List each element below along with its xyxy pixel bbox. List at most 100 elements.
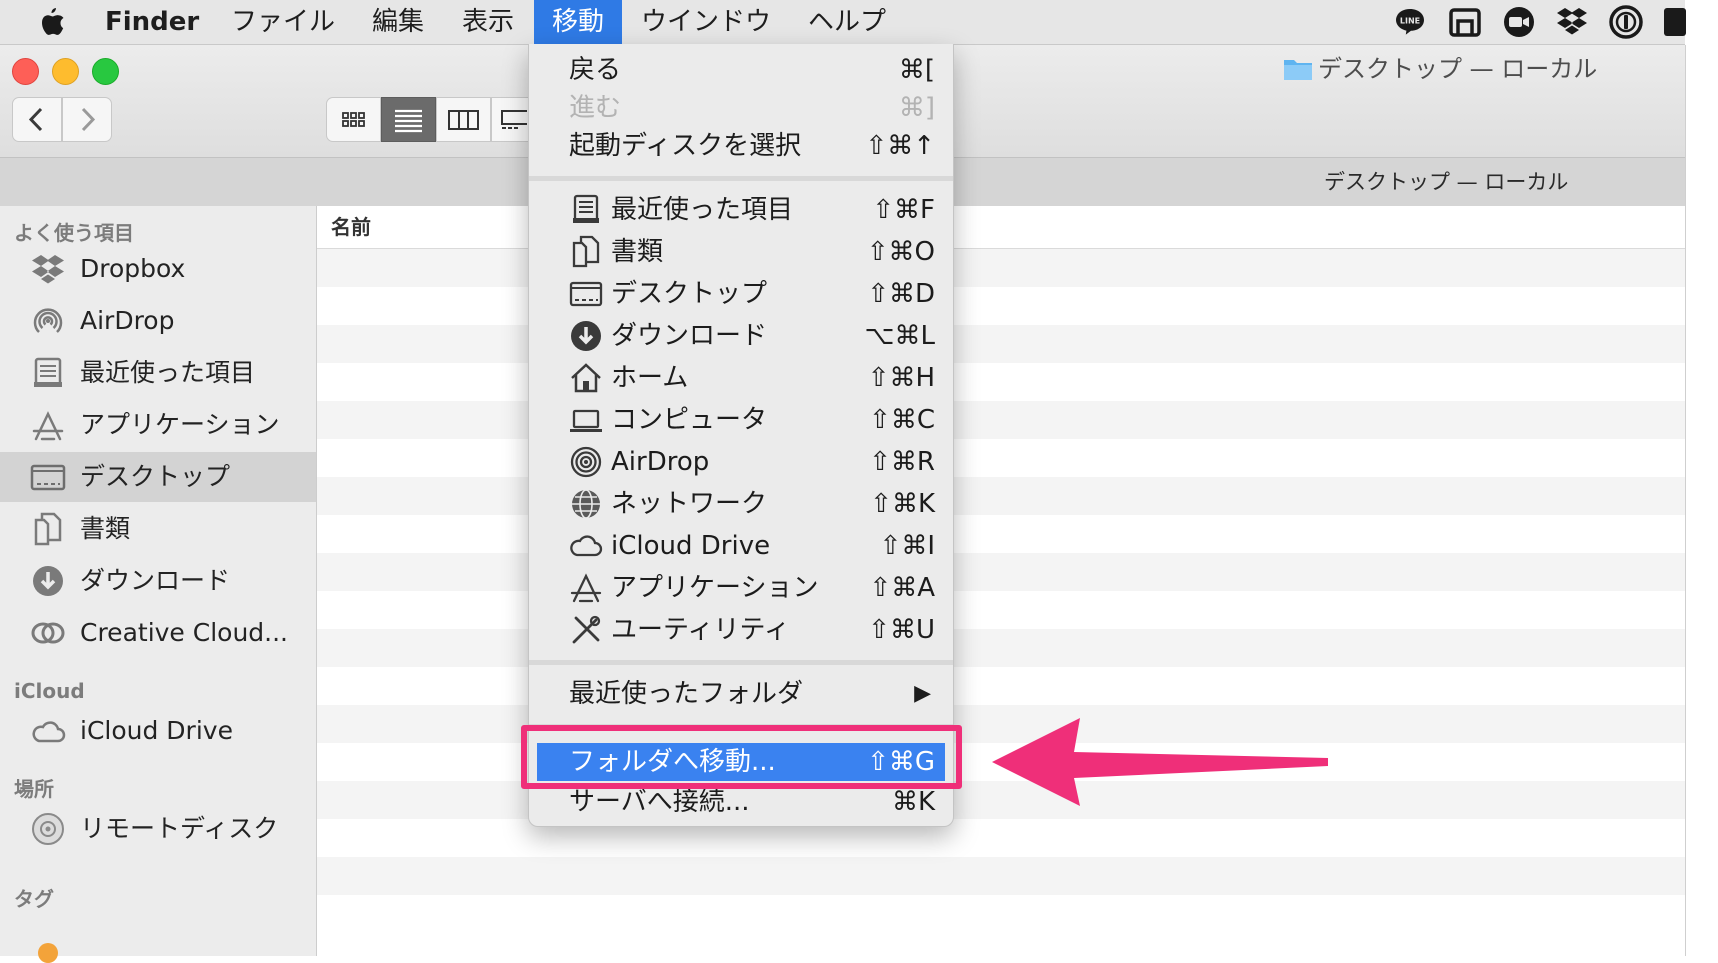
menu-item-label: 最近使ったフォルダ xyxy=(569,679,804,709)
sidebar-item-dropbox[interactable]: Dropbox xyxy=(0,244,316,294)
1password-icon[interactable] xyxy=(1609,5,1643,39)
sidebar-item-label: アプリケーション xyxy=(80,410,280,439)
sidebar: よく使う項目 Dropbox AirDrop 最近使った項目 アプリケーション … xyxy=(0,206,317,963)
list-row xyxy=(317,629,1685,667)
dropbox-icon xyxy=(32,255,64,284)
sidebar-item-documents[interactable]: 書類 xyxy=(0,504,316,554)
list-row xyxy=(317,439,1685,477)
zoom-icon[interactable] xyxy=(1502,5,1536,39)
cloud-icon xyxy=(570,535,603,557)
menu-item-desktop[interactable]: デスクトップ ⇧⌘D xyxy=(529,274,953,314)
sidebar-item-creative-cloud[interactable]: Creative Cloud... xyxy=(0,608,316,658)
list-row xyxy=(317,591,1685,629)
documents-icon xyxy=(572,235,600,268)
sidebar-item-airdrop[interactable]: AirDrop xyxy=(0,296,316,346)
column-header-name[interactable]: 名前 xyxy=(331,206,371,248)
line-icon[interactable]: LINE xyxy=(1393,5,1427,39)
columns-icon xyxy=(448,110,479,130)
menu-item-airdrop[interactable]: AirDrop ⇧⌘R xyxy=(529,442,953,482)
menu-item-applications[interactable]: アプリケーション ⇧⌘A xyxy=(529,568,953,608)
sidebar-item-label: iCloud Drive xyxy=(80,716,233,745)
annotation-arrow-icon xyxy=(992,718,1328,806)
menu-item-shortcut: ⌥⌘L xyxy=(864,321,935,351)
sidebar-item-remote-disc[interactable]: リモートディスク xyxy=(0,804,316,854)
menu-item-label: 書類 xyxy=(611,237,664,267)
menu-item-back[interactable]: 戻る ⌘[ xyxy=(529,50,953,90)
laptop-icon xyxy=(570,409,602,432)
menu-item-shortcut: ⇧⌘K xyxy=(870,489,935,519)
menu-window[interactable]: ウインドウ xyxy=(641,0,771,44)
menu-item-label: ダウンロード xyxy=(611,321,768,351)
menu-item-label: ユーティリティ xyxy=(611,615,790,645)
list-row xyxy=(317,401,1685,439)
desktop-icon xyxy=(569,281,603,307)
menu-item-label: デスクトップ xyxy=(611,279,768,309)
sidebar-header-icloud: iCloud xyxy=(14,679,85,703)
downloads-icon xyxy=(571,321,601,351)
close-button[interactable] xyxy=(12,58,39,85)
menu-item-label: アプリケーション xyxy=(611,573,819,603)
menu-file[interactable]: ファイル xyxy=(231,0,335,44)
menu-item-home[interactable]: ホーム ⇧⌘H xyxy=(529,358,953,398)
menu-separator xyxy=(529,660,953,665)
recents-icon xyxy=(573,194,599,223)
window-title: デスクトップ — ローカル xyxy=(1318,55,1598,83)
menu-item-recent-folders[interactable]: 最近使ったフォルダ ▶ xyxy=(529,674,953,714)
list-row xyxy=(317,667,1685,705)
sidebar-item-icloud-drive[interactable]: iCloud Drive xyxy=(0,706,316,756)
menu-separator xyxy=(529,176,953,181)
menu-go[interactable]: 移動 xyxy=(534,0,623,44)
tag-color-dot[interactable] xyxy=(38,943,58,963)
forward-button[interactable] xyxy=(62,97,112,142)
menu-item-shortcut: ⇧⌘D xyxy=(867,279,935,309)
menu-item-downloads[interactable]: ダウンロード ⌥⌘L xyxy=(529,316,953,356)
grid-icon xyxy=(342,112,365,127)
menu-item-shortcut: ⇧⌘C xyxy=(869,405,935,435)
sidebar-item-desktop[interactable]: デスクトップ xyxy=(0,452,316,502)
chevron-right-icon xyxy=(81,107,96,132)
menu-item-label: コンピュータ xyxy=(611,405,768,435)
sidebar-item-label: 書類 xyxy=(80,514,131,543)
gallery-view-button[interactable] xyxy=(491,97,529,142)
menu-item-label: 進む xyxy=(569,93,622,123)
menu-item-startup-disk[interactable]: 起動ディスクを選択 ⇧⌘↑ xyxy=(529,126,953,166)
svg-text:LINE: LINE xyxy=(1400,17,1420,26)
back-button[interactable] xyxy=(12,97,62,142)
menu-item-computer[interactable]: コンピュータ ⇧⌘C xyxy=(529,400,953,440)
menu-app-name[interactable]: Finder xyxy=(105,0,199,44)
screen-mirror-icon[interactable] xyxy=(1448,5,1482,39)
menu-item-icloud-drive[interactable]: iCloud Drive ⇧⌘I xyxy=(529,526,953,566)
sidebar-header-favorites: よく使う項目 xyxy=(14,221,134,245)
more-status-icon[interactable] xyxy=(1662,5,1686,39)
airdrop-icon xyxy=(570,446,602,478)
menu-help[interactable]: ヘルプ xyxy=(808,0,886,44)
menu-item-forward[interactable]: 進む ⌘] xyxy=(529,88,953,128)
menu-item-network[interactable]: ネットワーク ⇧⌘K xyxy=(529,484,953,524)
list-row xyxy=(317,477,1685,515)
sidebar-item-label: Dropbox xyxy=(80,254,186,283)
sidebar-item-label: 最近使った項目 xyxy=(80,358,256,387)
icon-view-button[interactable] xyxy=(326,97,381,142)
sidebar-item-downloads[interactable]: ダウンロード xyxy=(0,556,316,606)
menu-edit[interactable]: 編集 xyxy=(372,0,424,44)
dropbox-icon[interactable] xyxy=(1555,5,1589,39)
annotation-highlight-box xyxy=(521,725,962,789)
menu-item-recents[interactable]: 最近使った項目 ⇧⌘F xyxy=(529,190,953,230)
menu-item-documents[interactable]: 書類 ⇧⌘O xyxy=(529,232,953,272)
zoom-button[interactable] xyxy=(92,58,119,85)
apple-icon[interactable] xyxy=(36,6,66,38)
column-view-button[interactable] xyxy=(436,97,491,142)
list-view-button[interactable] xyxy=(381,97,436,142)
path-bar-title: デスクトップ — ローカル xyxy=(1324,170,1569,194)
list-row xyxy=(317,553,1685,591)
menu-item-utilities[interactable]: ユーティリティ ⇧⌘U xyxy=(529,610,953,650)
folder-icon xyxy=(1284,60,1312,80)
menu-view[interactable]: 表示 xyxy=(462,0,514,44)
sidebar-item-applications[interactable]: アプリケーション xyxy=(0,400,316,450)
list-row xyxy=(317,287,1685,325)
minimize-button[interactable] xyxy=(52,58,79,85)
sidebar-item-label: デスクトップ xyxy=(80,462,231,491)
list-row xyxy=(317,363,1685,401)
menu-item-shortcut: ⇧⌘A xyxy=(869,573,935,603)
sidebar-item-recents[interactable]: 最近使った項目 xyxy=(0,348,316,398)
